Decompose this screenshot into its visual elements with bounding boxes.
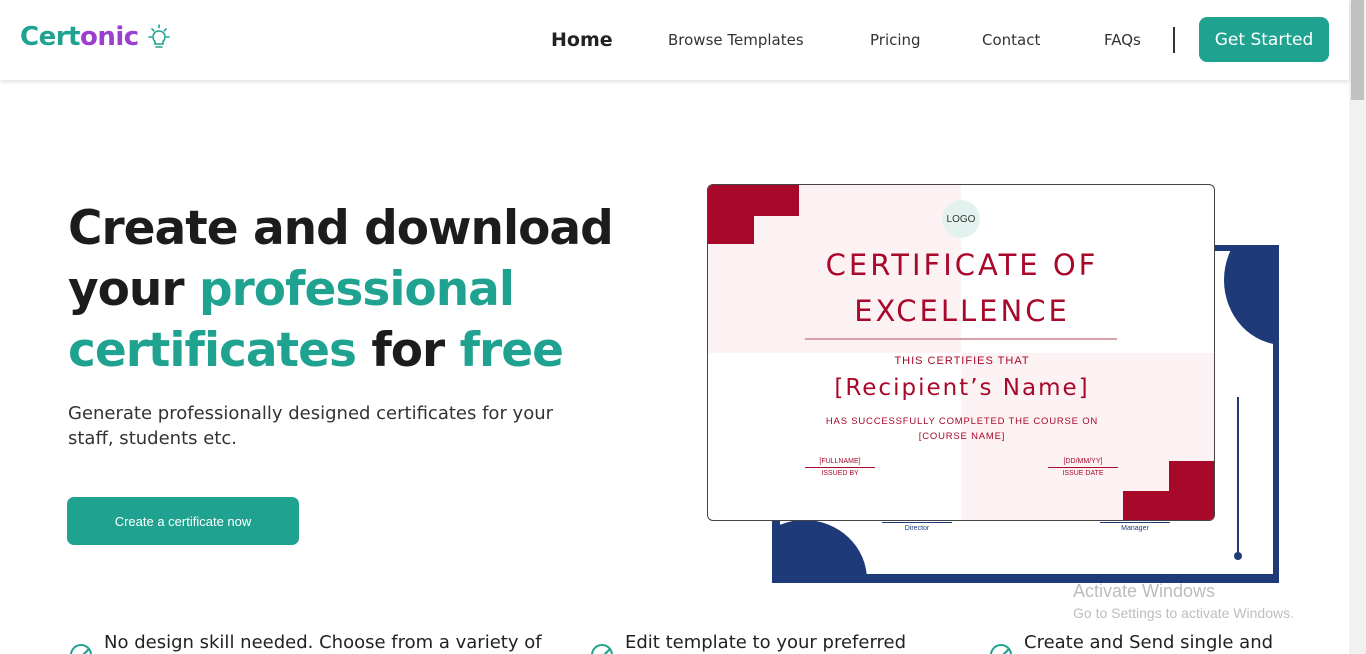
hero-title-highlight-professional: professional bbox=[198, 262, 515, 317]
create-certificate-button[interactable]: Create a certificate now bbox=[67, 497, 299, 545]
certificate-signature-issue-date: [DD/MM/YY] ISSUE DATE bbox=[1048, 458, 1118, 477]
certificate-title: CERTIFICATE OF EXCELLENCE bbox=[708, 242, 1214, 334]
hero-title: Create and download your professional ce… bbox=[68, 198, 628, 381]
hero-title-line1: Create and download bbox=[68, 201, 614, 256]
activate-windows-title: Activate Windows bbox=[1073, 581, 1216, 601]
certificate-signature-issued-by: [FULLNAME] ISSUED BY bbox=[805, 458, 875, 477]
feature-text: No design skill needed. Choose from a va… bbox=[104, 632, 542, 653]
lightbulb-icon bbox=[147, 24, 170, 48]
nav-divider bbox=[1173, 27, 1175, 53]
signature-caption: ISSUE DATE bbox=[1062, 470, 1104, 477]
brand-logo[interactable]: Cert onic bbox=[20, 22, 173, 52]
certificate-title-line2: EXCELLENCE bbox=[854, 294, 1070, 328]
activate-windows-subtitle: Go to Settings to activate Windows. bbox=[1073, 605, 1294, 621]
certificate-course-name: [COURSE NAME] bbox=[918, 431, 1006, 442]
nav-contact[interactable]: Contact bbox=[982, 31, 1040, 49]
signature-value: [DD/MM/YY] bbox=[1048, 458, 1118, 468]
scrollbar-thumb[interactable] bbox=[1351, 0, 1364, 100]
certificate-completed-text: HAS SUCCESSFULLY COMPLETED THE COURSE ON bbox=[825, 416, 1099, 427]
check-circle-icon bbox=[70, 644, 92, 654]
check-circle-icon bbox=[990, 644, 1012, 654]
feature-item: Edit template to your preferred bbox=[589, 632, 906, 654]
nav-pricing[interactable]: Pricing bbox=[870, 31, 921, 49]
signature-caption: ISSUED BY bbox=[821, 470, 859, 477]
hero-title-highlight-certificates: certificates bbox=[68, 323, 357, 378]
certificate-logo-placeholder: LOGO bbox=[942, 200, 980, 238]
nav-home[interactable]: Home bbox=[551, 29, 613, 51]
nav-browse-templates[interactable]: Browse Templates bbox=[668, 31, 804, 49]
hero-subtitle: Generate professionally designed certifi… bbox=[68, 403, 554, 449]
signature-value: [FULLNAME] bbox=[805, 458, 875, 468]
certificate-recipient-name: [Recipient’s Name] bbox=[834, 375, 1090, 401]
brand-name-part1: Cert bbox=[20, 22, 80, 52]
certificate-divider bbox=[805, 338, 1117, 340]
back-signature-manager: Manager bbox=[1100, 522, 1170, 532]
feature-text: Edit template to your preferred bbox=[625, 632, 907, 653]
brand-name-part2: onic bbox=[79, 22, 139, 52]
certificate-certifies-text: THIS CERTIFIES THAT bbox=[894, 355, 1030, 367]
feature-text: Create and Send single and bbox=[1024, 632, 1274, 653]
page-scrollbar[interactable] bbox=[1349, 0, 1366, 654]
certificate-corner-block bbox=[708, 185, 754, 244]
certificate-preview: LOGO CERTIFICATE OF EXCELLENCE THIS CERT… bbox=[707, 184, 1215, 521]
hero-title-line3b: for bbox=[355, 323, 460, 378]
certificate-corner-block bbox=[1169, 461, 1214, 520]
certificate-back-line bbox=[1237, 397, 1239, 555]
get-started-button[interactable]: Get Started bbox=[1199, 17, 1329, 62]
check-circle-icon bbox=[591, 644, 613, 654]
feature-item: Create and Send single and bbox=[988, 632, 1273, 654]
site-header: Cert onic Home Browse Templates Pricing C… bbox=[0, 0, 1349, 80]
hero-title-highlight-free: free bbox=[459, 323, 564, 378]
nav-faqs[interactable]: FAQs bbox=[1104, 31, 1141, 49]
hero-title-line2a: your bbox=[68, 262, 199, 317]
certificate-title-line1: CERTIFICATE OF bbox=[825, 248, 1099, 282]
certificate-back-dot bbox=[1234, 552, 1242, 560]
feature-item: No design skill needed. Choose from a va… bbox=[68, 632, 542, 654]
back-signature-director: Director bbox=[882, 522, 952, 532]
